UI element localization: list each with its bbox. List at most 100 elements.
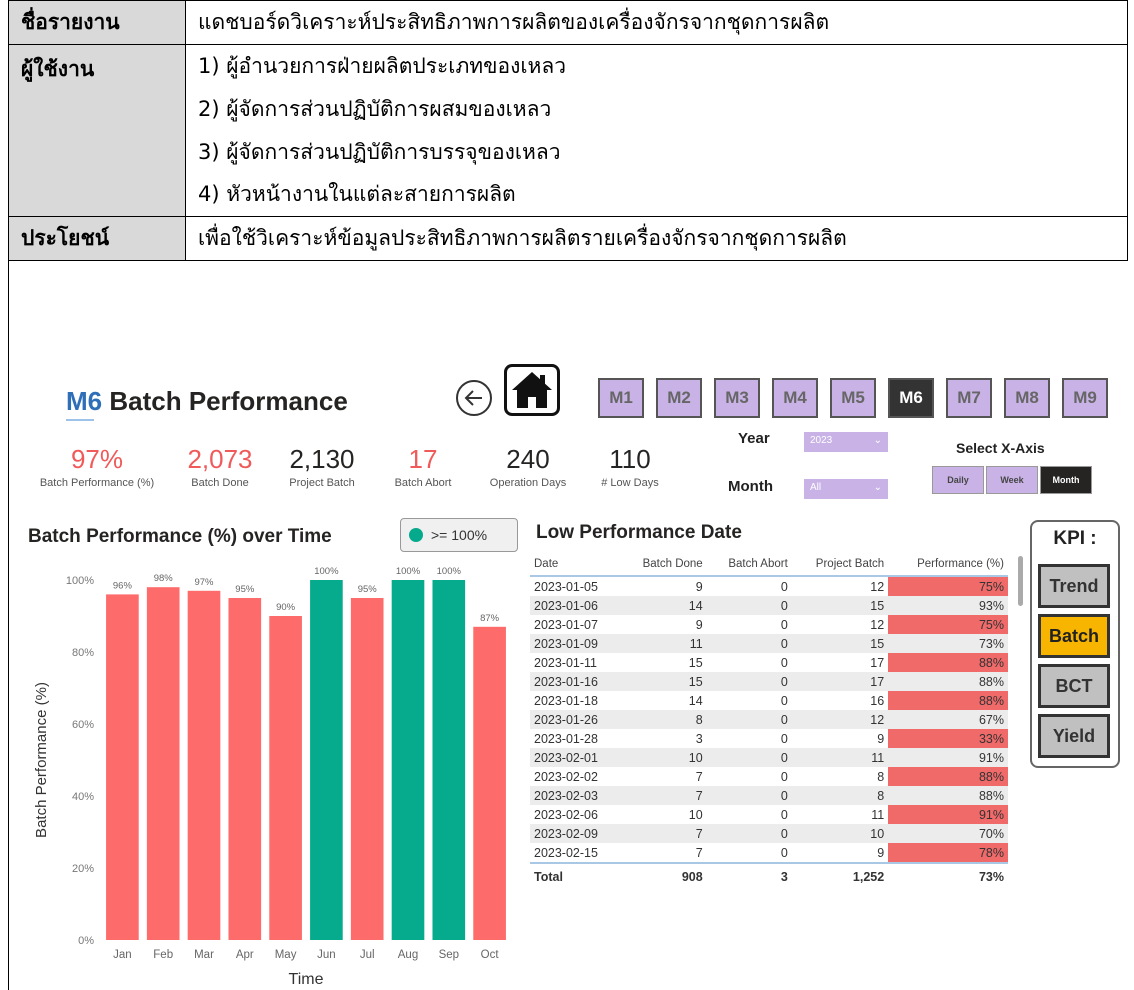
table-cell: 2023-01-06 [530, 596, 621, 615]
table-cell: 16 [870, 693, 885, 708]
table-cell: 91% [888, 748, 1008, 767]
table-cell: 2023-01-07 [534, 617, 598, 632]
kpi-button-batch[interactable]: Batch [1038, 614, 1110, 658]
machine-button-m2[interactable]: M2 [656, 378, 702, 418]
column-header: Batch Abort [706, 553, 792, 577]
benefit-value: เพื่อใช้วิเคราะห์ข้อมูลประสิทธิภาพการผลิ… [185, 216, 1128, 261]
table-cell: 33% [888, 729, 1008, 748]
table-row: 2023-02-09 7 0 10 70% [530, 824, 1008, 843]
kpi-button-bct[interactable]: BCT [1038, 664, 1110, 708]
bar [310, 580, 343, 940]
page-title-machine: M6 [66, 386, 103, 416]
bar [350, 598, 384, 940]
machine-button-m8[interactable]: M8 [1004, 378, 1050, 418]
x-tick-label: Feb [153, 949, 173, 961]
user-item-4: 4) หัวหน้างานในแต่ละสายการผลิต [185, 173, 1128, 217]
x-tick-label: Oct [481, 949, 500, 961]
table-cell: 14 [620, 596, 707, 615]
table-cell: 12 [791, 710, 889, 729]
table-cell: 2023-01-18 [534, 693, 598, 708]
user-item-2: 2) ผู้จัดการส่วนปฏิบัติการผสมของเหลว [185, 87, 1128, 131]
table-cell: 2023-02-01 [530, 748, 621, 767]
x-axis-title: Time [289, 971, 324, 988]
bar [473, 626, 506, 940]
kpi-button-trend[interactable]: Trend [1038, 564, 1110, 608]
table-cell: 0 [780, 807, 788, 822]
table-cell: 78% [888, 843, 1008, 863]
column-header: Performance (%) [888, 553, 1008, 577]
table-cell: 0 [706, 786, 792, 805]
low-performance-title: Low Performance Date [536, 522, 742, 543]
data-label: 87% [480, 613, 500, 624]
table-cell: 2023-02-03 [530, 786, 621, 805]
total-cell: 908 [620, 862, 707, 890]
xaxis-option-week[interactable]: Week [986, 466, 1038, 494]
batch-performance-chart: 0% 20% 40% 60% 80% 100% 96% Jan 98% Feb 97% Mar 95% A… [33, 566, 506, 988]
y-axis-title: Batch Performance (%) [33, 682, 50, 838]
table-cell: 11 [791, 748, 889, 767]
machine-button-m9[interactable]: M9 [1062, 378, 1108, 418]
xaxis-option-month[interactable]: Month [1040, 466, 1092, 494]
table-header-row: Date Batch Done Batch Abort Project Batch Pe… [530, 553, 1008, 577]
table-scrollbar[interactable] [1018, 556, 1023, 606]
x-tick-label: Jun [317, 949, 336, 961]
legend-toggle-button[interactable]: >= 100% [400, 518, 518, 552]
y-tick-label: 0% [78, 935, 94, 947]
machine-button-m1[interactable]: M1 [598, 378, 644, 418]
table-row: 2023-01-09 11 0 15 73% [530, 634, 1008, 653]
machine-button-m4[interactable]: M4 [772, 378, 818, 418]
kpi-value: 110 [609, 444, 651, 474]
year-dropdown-value: 2023 [810, 435, 833, 446]
data-label: 100% [396, 566, 421, 577]
y-tick-label: 40% [72, 791, 94, 803]
kpi-label: Batch Performance (%) [39, 477, 155, 489]
total-cell: Total [530, 862, 621, 890]
report-info-table: ชื่อรายงาน แดชบอร์ดวิเคราะห์ประสิทธิภาพก… [8, 0, 1128, 261]
x-tick-label: Jan [113, 949, 132, 961]
table-cell: 11 [620, 634, 707, 653]
kpi-card: 240 Operation Days [478, 444, 578, 489]
page-title-text: Batch Performance [109, 386, 348, 416]
machine-button-m5[interactable]: M5 [830, 378, 876, 418]
total-cell: 1,252 [791, 862, 889, 890]
total-cell: 73% [888, 862, 1008, 890]
y-tick-label: 100% [66, 575, 94, 587]
year-dropdown[interactable]: 2023 ⌄ [804, 432, 888, 452]
table-row: 2023-02-01 10 0 11 91% [530, 748, 1008, 767]
bar [269, 616, 302, 940]
select-xaxis-label: Select X-Axis [956, 440, 1045, 456]
home-button[interactable] [504, 364, 560, 416]
table-cell: 12 [870, 579, 885, 594]
machine-button-m7[interactable]: M7 [946, 378, 992, 418]
xaxis-option-daily[interactable]: Daily [932, 466, 984, 494]
table-cell: 2023-01-09 [530, 634, 621, 653]
table-cell: 7 [695, 845, 703, 860]
kpi-panel-title: KPI : [1053, 528, 1097, 549]
legend-dot-icon [409, 528, 423, 542]
table-cell: 7 [620, 786, 707, 805]
table-cell: 2023-02-02 [534, 769, 598, 784]
y-tick-label: 80% [72, 647, 94, 659]
data-label: 96% [113, 580, 133, 591]
machine-button-m6[interactable]: M6 [888, 378, 934, 418]
table-cell: 10 [688, 807, 703, 822]
table-cell: 91% [888, 805, 1008, 824]
month-dropdown[interactable]: All ⌄ [804, 479, 888, 499]
x-tick-label: Apr [236, 949, 254, 961]
table-cell: 15 [791, 596, 889, 615]
kpi-button-yield[interactable]: Yield [1038, 714, 1110, 758]
machine-button-m3[interactable]: M3 [714, 378, 760, 418]
bar [187, 590, 221, 940]
table-cell: 0 [780, 693, 788, 708]
table-cell: 67% [888, 710, 1008, 729]
x-tick-label: Aug [398, 949, 418, 961]
table-cell: 70% [888, 824, 1008, 843]
kpi-value: 2,130 [289, 444, 355, 474]
table-cell: 0 [780, 731, 788, 746]
back-arrow-icon[interactable] [456, 380, 492, 416]
table-cell: 8 [620, 710, 707, 729]
table-row: 2023-01-11 15 0 17 88% [530, 653, 1008, 672]
report-name-value: แดชบอร์ดวิเคราะห์ประสิทธิภาพการผลิตของเค… [185, 0, 1128, 45]
table-row: 2023-01-06 14 0 15 93% [530, 596, 1008, 615]
table-cell: 17 [791, 672, 889, 691]
